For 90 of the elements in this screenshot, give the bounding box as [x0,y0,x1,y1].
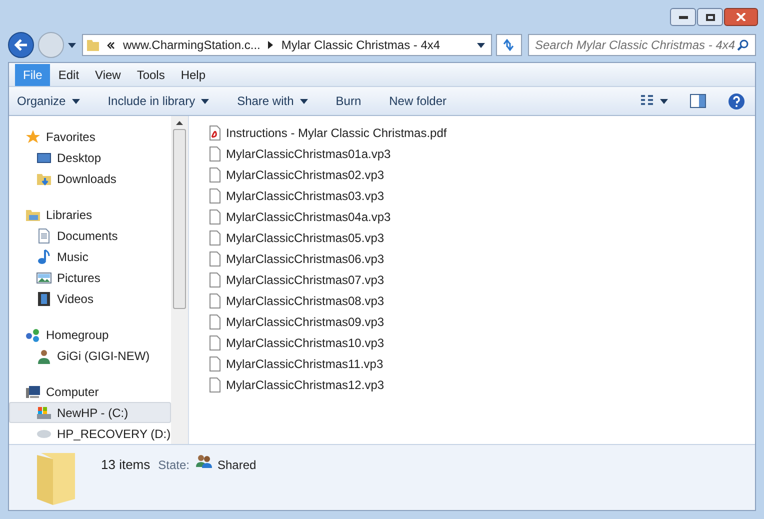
back-button[interactable] [8,32,34,58]
menu-item[interactable]: Edit [50,64,88,86]
menu-item[interactable]: Tools [128,64,173,86]
nav-group-item[interactable]: Homegroup [9,324,171,345]
menu-item[interactable]: View [87,64,129,86]
blank-file-icon [207,376,223,392]
blank-file-icon [207,314,223,330]
nav-item[interactable]: Downloads [9,168,171,189]
nav-item[interactable]: Pictures [9,267,171,288]
toolbar-button[interactable]: Burn [336,92,362,110]
picture-icon [36,270,52,286]
directory-entry[interactable]: MylarClassicChristmas11.vp3 [207,353,755,374]
close-icon [736,13,746,21]
blank-file-icon [207,146,223,162]
share-state: Shared [218,457,256,474]
user-icon [36,348,52,364]
address-bar[interactable]: www.CharmingStation.c... Mylar Classic Christmas - 4x4 [82,34,492,56]
refresh-button[interactable] [496,34,522,56]
film-icon [36,290,52,306]
nav-group-item[interactable]: Computer [9,381,171,402]
refresh-arrows-icon [502,39,516,51]
directory-entry[interactable]: MylarClassicChristmas06.vp3 [207,248,755,269]
nav-item[interactable]: NewHP - (C:) [9,402,171,423]
blank-file-icon [207,188,223,204]
toolbar-button[interactable]: Include in library [108,92,210,110]
nav-group-item[interactable]: Libraries [9,204,171,225]
drive-icon [36,404,52,420]
directory-entry[interactable]: MylarClassicChristmas02.vp3 [207,164,755,185]
directory-entry[interactable]: MylarClassicChristmas05.vp3 [207,227,755,248]
users-icon [196,453,212,469]
nav-group-item[interactable]: Favorites [9,126,171,147]
maximize-button[interactable] [697,8,723,26]
preview-pane-icon[interactable] [690,94,706,108]
minimize-button[interactable] [670,8,696,26]
breadcrumb-item[interactable]: Mylar Classic Christmas - 4x4 [281,36,440,54]
nav-item[interactable]: Videos [9,288,171,309]
scroll-up-arrow-icon[interactable] [176,121,183,125]
directory-entry[interactable]: MylarClassicChristmas07.vp3 [207,269,755,290]
directory-entry[interactable]: MylarClassicChristmas10.vp3 [207,332,755,353]
back-arrow-icon [14,39,28,51]
nav-item[interactable]: Documents [9,225,171,246]
nav-item[interactable]: GiGi (GIGI-NEW) [9,345,171,366]
blank-file-icon [207,208,223,224]
document-icon [36,228,52,244]
directory-entry[interactable]: MylarClassicChristmas01a.vp3 [207,143,755,164]
caret-icon[interactable] [68,42,76,48]
folder-icon [86,38,100,52]
directory-entry[interactable]: MylarClassicChristmas09.vp3 [207,311,755,332]
directory-entry[interactable]: MylarClassicChristmas03.vp3 [207,185,755,206]
toolbar-button[interactable]: Share with [237,92,308,110]
network-icon [25,326,41,342]
dropdown-caret-icon[interactable] [477,42,485,48]
view-grid-icon [640,95,654,107]
caret-icon [201,98,210,104]
computer-icon [25,384,41,400]
view-options-button[interactable] [640,95,668,107]
music-note-icon [36,248,52,264]
separator-arrow-icon [268,41,274,49]
caret-icon [72,98,80,104]
blank-file-icon [207,230,223,246]
pdf-file-icon [207,124,223,140]
nav-item[interactable]: Music [9,246,171,267]
blank-file-icon [207,356,223,372]
close-button[interactable] [724,8,758,26]
toolbar-button[interactable]: New folder [389,92,446,110]
state-label: State: [158,457,190,474]
star-icon [25,128,41,144]
breadcrumb-item[interactable]: www.CharmingStation.c... [123,36,260,54]
blank-file-icon [207,166,223,182]
search-field[interactable]: Search Mylar Classic Christmas - 4x4 [528,34,756,56]
item-count: 13 items [101,456,150,474]
nav-item[interactable]: Desktop [9,147,171,168]
scrollbar[interactable] [171,116,188,444]
toolbar-button[interactable]: Organize [17,92,80,110]
nav-item[interactable]: HP_RECOVERY (D:) [9,423,171,444]
scrollbar-thumb[interactable] [173,129,186,309]
blank-file-icon [207,292,223,308]
blank-file-icon [207,334,223,350]
blank-file-icon [207,250,223,266]
directory-entry[interactable]: MylarClassicChristmas04a.vp3 [207,206,755,227]
caret-icon [660,98,668,104]
double-chevron-icon[interactable] [107,42,115,48]
caret-icon [300,98,308,104]
menu-item[interactable]: Help [172,64,214,86]
directory-entry[interactable]: MylarClassicChristmas08.vp3 [207,290,755,311]
directory-entry[interactable]: MylarClassicChristmas12.vp3 [207,374,755,395]
help-icon[interactable] [728,92,745,110]
directory-entry[interactable]: Instructions - Mylar Classic Christmas.pdf [207,122,755,143]
blank-file-icon [207,272,223,288]
search-icon [737,39,749,51]
